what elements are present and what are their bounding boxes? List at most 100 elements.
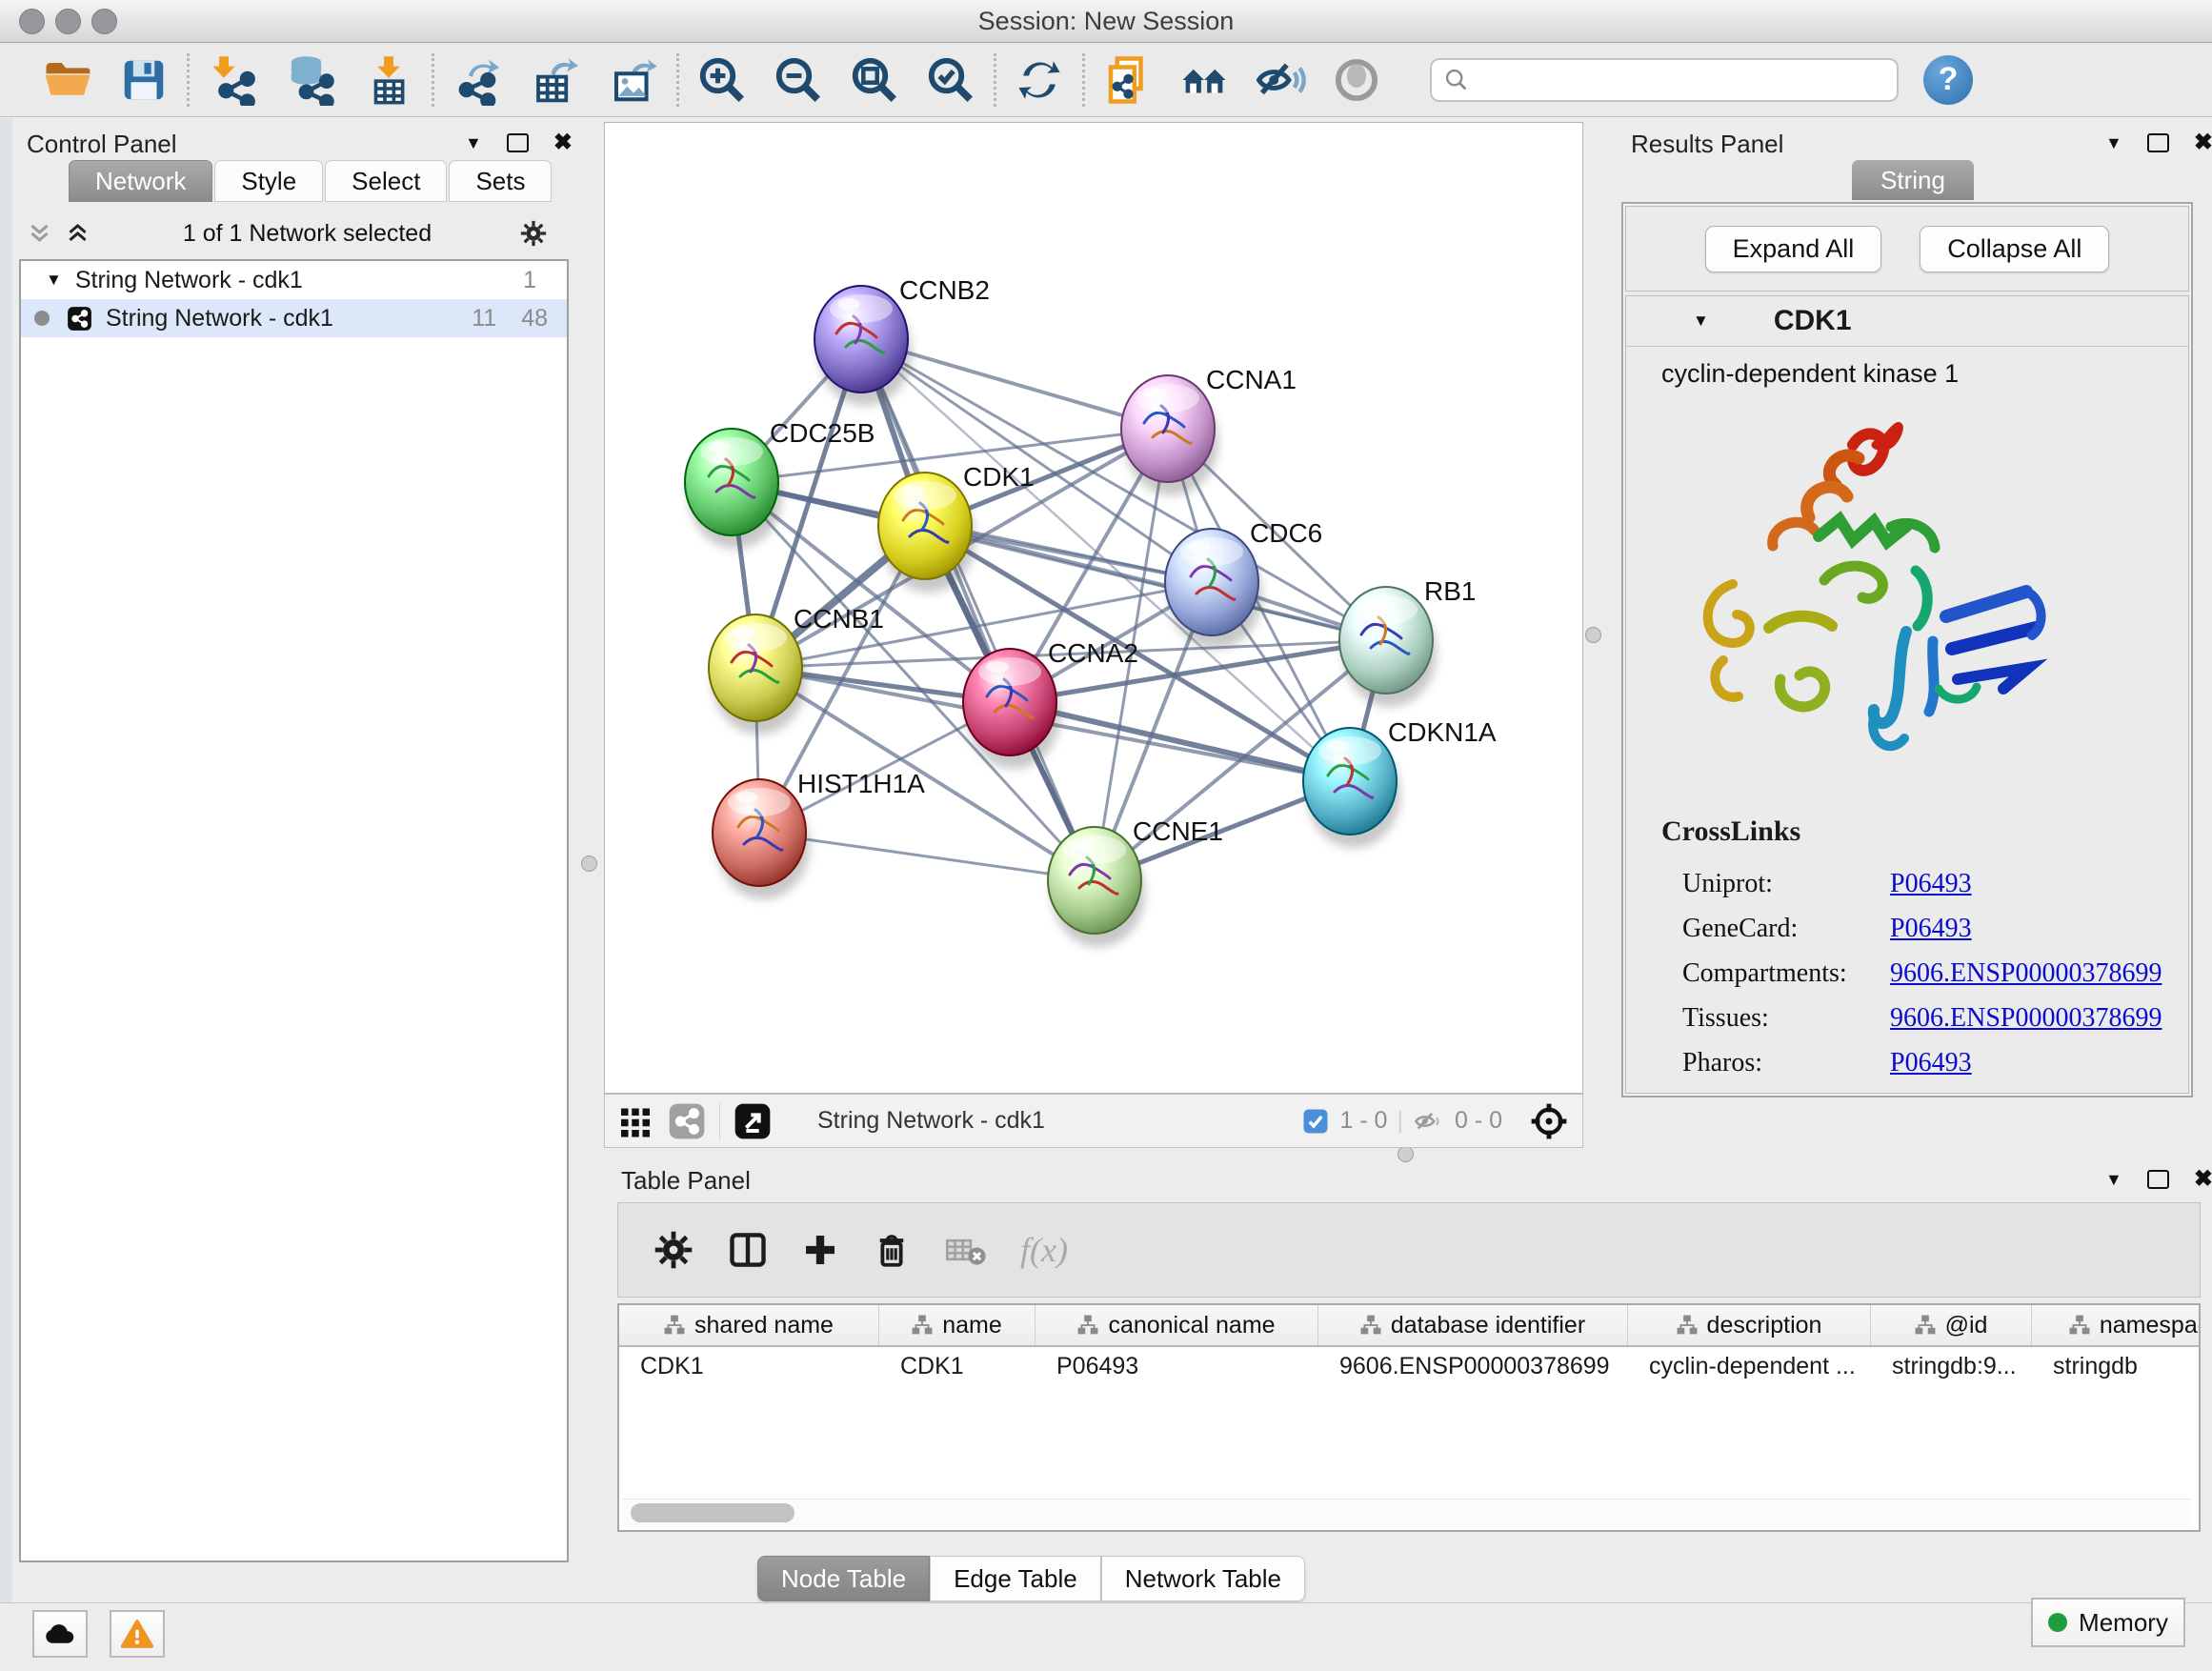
export-network-button[interactable]	[446, 49, 509, 111]
expand-all-chevron-icon[interactable]	[67, 221, 95, 246]
tab-edge-table[interactable]: Edge Table	[930, 1556, 1101, 1601]
cell-database-identifier[interactable]: 9606.ENSP00000378699	[1318, 1353, 1628, 1380]
clone-network-button[interactable]	[1096, 49, 1159, 111]
zoom-out-button[interactable]	[767, 49, 830, 111]
cell-shared-name[interactable]: CDK1	[619, 1353, 879, 1380]
cell-name[interactable]: CDK1	[879, 1353, 1036, 1380]
column-header-description[interactable]: description	[1628, 1305, 1871, 1345]
string-view-button[interactable]	[668, 1102, 706, 1140]
node-cdkn1a[interactable]: CDKN1A	[1303, 717, 1497, 848]
help-button[interactable]: ?	[1923, 55, 1973, 105]
save-session-button[interactable]	[112, 49, 175, 111]
cell-id[interactable]: stringdb:9...	[1871, 1353, 2032, 1380]
delete-column-button[interactable]	[872, 1230, 912, 1270]
cdk1-section-header[interactable]: ▼ CDK1	[1626, 296, 2188, 347]
zoom-selected-button[interactable]	[919, 49, 982, 111]
table-settings-button[interactable]	[653, 1229, 694, 1271]
open-session-button[interactable]	[36, 49, 99, 111]
cloud-status-button[interactable]	[32, 1610, 88, 1658]
tree-expander-icon[interactable]: ▼	[46, 271, 62, 290]
collapse-all-button[interactable]: Collapse All	[1920, 226, 2109, 272]
show-columns-button[interactable]	[727, 1229, 769, 1271]
network-canvas[interactable]: CCNB2 CCNA1 CDC25BCDK1 CDC6RB1 CCNB1 CCNA2 CDK…	[604, 122, 1583, 1094]
warning-icon	[120, 1619, 154, 1649]
node-cdk1[interactable]: CDK1	[878, 462, 1035, 593]
column-header-shared-name[interactable]: shared name	[619, 1305, 879, 1345]
import-table-from-file-button[interactable]	[357, 49, 420, 111]
node-ccnb1[interactable]: CCNB1	[709, 604, 884, 735]
search-input[interactable]	[1470, 64, 1885, 95]
network-collection-row[interactable]: ▼ String Network - cdk1 1	[21, 261, 567, 299]
column-header-name[interactable]: name	[879, 1305, 1036, 1345]
crosslink-link-compartments[interactable]: 9606.ENSP00000378699	[1890, 958, 2162, 989]
tab-node-table[interactable]: Node Table	[757, 1556, 930, 1601]
network-row-selected[interactable]: String Network - cdk1 11 48	[21, 299, 567, 337]
node-ccnb2[interactable]: CCNB2	[814, 275, 990, 406]
warnings-button[interactable]	[110, 1610, 165, 1658]
rendering-detail-button[interactable]	[1325, 49, 1388, 111]
horizontal-scrollbar[interactable]	[623, 1499, 2191, 1526]
import-network-from-database-button[interactable]	[279, 49, 342, 111]
node-hist1h1a[interactable]: HIST1H1A	[713, 769, 925, 899]
column-header-id[interactable]: @id	[1871, 1305, 2032, 1345]
export-table-button[interactable]	[524, 49, 587, 111]
bottom-splitter-handle[interactable]	[1398, 1146, 1414, 1162]
column-header-canonical-name[interactable]: canonical name	[1036, 1305, 1318, 1345]
hide-graphics-details-button[interactable]	[1249, 49, 1312, 111]
cell-canonical-name[interactable]: P06493	[1036, 1353, 1318, 1380]
add-column-button[interactable]	[801, 1231, 839, 1269]
crosslink-link-uniprot[interactable]: P06493	[1890, 869, 1972, 899]
edge-CCNE1-HIST1H1A[interactable]	[759, 833, 1095, 880]
tab-sets[interactable]: Sets	[449, 160, 552, 202]
search-box[interactable]	[1430, 58, 1899, 102]
panel-close-icon[interactable]: ✖	[2194, 1168, 2212, 1191]
birds-eye-button[interactable]	[1529, 1101, 1569, 1141]
tab-network-table[interactable]: Network Table	[1101, 1556, 1305, 1601]
tab-select[interactable]: Select	[325, 160, 447, 202]
panel-menu-arrow-icon[interactable]: ▼	[2105, 133, 2122, 153]
zoom-fit-button[interactable]	[843, 49, 906, 111]
gear-icon[interactable]	[519, 219, 548, 248]
open-in-window-button[interactable]	[734, 1102, 772, 1140]
tab-string[interactable]: String	[1852, 160, 1974, 200]
export-image-button[interactable]	[602, 49, 665, 111]
table-row[interactable]: CDK1CDK1P064939606.ENSP00000378699cyclin…	[619, 1347, 2199, 1385]
crosslink-link-pharos[interactable]: P06493	[1890, 1048, 1972, 1078]
zoom-in-button[interactable]	[691, 49, 754, 111]
panel-float-icon[interactable]	[2147, 1170, 2169, 1189]
hidden-eye-slash-icon[interactable]	[1413, 1107, 1445, 1136]
selected-checkbox-icon[interactable]	[1301, 1107, 1330, 1136]
column-header-database-identifier[interactable]: database identifier	[1318, 1305, 1628, 1345]
node-ccne1[interactable]: CCNE1	[1048, 816, 1223, 947]
column-header-namespace[interactable]: namespace	[2032, 1305, 2201, 1345]
tab-network[interactable]: Network	[69, 160, 212, 202]
tab-style[interactable]: Style	[214, 160, 323, 202]
cell-namespace[interactable]: stringdb	[2032, 1353, 2201, 1380]
node-cdc25b[interactable]: CDC25B	[685, 418, 875, 549]
panel-menu-arrow-icon[interactable]: ▼	[2105, 1170, 2122, 1190]
grid-view-button[interactable]	[618, 1104, 653, 1138]
panel-close-icon[interactable]: ✖	[553, 131, 573, 154]
section-expander-icon[interactable]: ▼	[1693, 312, 1709, 331]
node-cdc6[interactable]: CDC6	[1165, 518, 1322, 649]
node-rb1[interactable]: RB1	[1339, 576, 1476, 707]
import-network-from-file-button[interactable]	[201, 49, 264, 111]
network-overview-button[interactable]	[1173, 49, 1236, 111]
crosslink-link-genecard[interactable]: P06493	[1890, 914, 1972, 944]
scrollbar-thumb[interactable]	[631, 1503, 794, 1522]
collapse-all-chevron-icon[interactable]	[29, 221, 57, 246]
panel-float-icon[interactable]	[507, 133, 529, 152]
export-table-icon	[530, 54, 581, 106]
panel-menu-arrow-icon[interactable]: ▼	[465, 133, 482, 153]
panel-float-icon[interactable]	[2147, 133, 2169, 152]
cell-description[interactable]: cyclin-dependent ...	[1628, 1353, 1871, 1380]
node-ccna1[interactable]: CCNA1	[1121, 365, 1297, 495]
memory-button[interactable]: Memory	[2031, 1598, 2185, 1647]
refresh-button[interactable]	[1008, 49, 1071, 111]
panel-close-icon[interactable]: ✖	[2194, 131, 2212, 154]
left-splitter-handle[interactable]	[581, 856, 597, 872]
crosslink-link-tissues[interactable]: 9606.ENSP00000378699	[1890, 1003, 2162, 1034]
expand-all-button[interactable]: Expand All	[1705, 226, 1882, 272]
node-ccna2[interactable]: CCNA2	[963, 638, 1138, 769]
right-splitter-handle[interactable]	[1585, 627, 1601, 643]
